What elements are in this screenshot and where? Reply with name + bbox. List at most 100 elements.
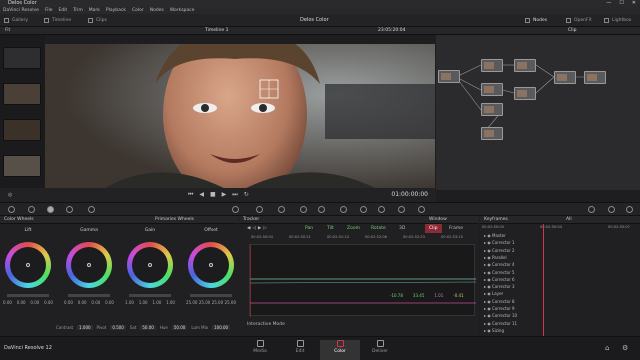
tracker-icon[interactable] — [300, 206, 307, 213]
keyframe-row-toggle[interactable]: ▸ ◉ — [484, 262, 492, 267]
settings-gear-icon[interactable]: ⚙ — [622, 344, 628, 352]
keyframe-row[interactable]: ▸ ◉ Layer — [480, 290, 640, 297]
deliver-page-tab[interactable]: Deliver — [360, 340, 400, 354]
sizing-icon[interactable] — [360, 206, 367, 213]
sat-field[interactable]: 50.00 — [140, 324, 156, 330]
window-icon[interactable] — [278, 206, 285, 213]
clips-button[interactable]: Clips — [88, 16, 107, 25]
offset-wheel[interactable] — [188, 242, 234, 288]
pivot-field[interactable]: 0.500 — [110, 324, 126, 330]
hue-field[interactable]: 50.00 — [171, 324, 188, 330]
info-icon[interactable] — [418, 206, 425, 213]
thumbnail-1[interactable] — [3, 47, 41, 69]
lummix-field[interactable]: 100.00 — [212, 324, 231, 330]
wheel-mode-dropdown[interactable]: Primaries Wheels — [155, 216, 194, 224]
nodes-button[interactable]: Nodes — [525, 16, 547, 25]
node-2[interactable] — [481, 59, 503, 72]
keyframe-row-toggle[interactable]: ▸ ◉ — [484, 284, 492, 289]
keyframe-row[interactable]: ▸ ◉ Corrector 11 — [480, 320, 640, 327]
menu-color[interactable]: Color — [132, 7, 144, 14]
thumbnail-2[interactable] — [3, 83, 41, 105]
gamma-wheel[interactable] — [66, 242, 112, 288]
close-button[interactable]: ✕ — [632, 0, 636, 7]
zoom-checkbox[interactable]: Zoom — [347, 224, 360, 233]
gain-wheel[interactable] — [127, 242, 173, 288]
node-8[interactable] — [584, 71, 606, 84]
menu-davinci[interactable]: DaVinci Resolve — [3, 7, 39, 14]
waveform-icon[interactable] — [608, 206, 615, 213]
clip-mode-button[interactable]: Clip — [425, 224, 442, 233]
tracker-mode-dropdown[interactable]: Window — [429, 216, 447, 224]
gain-master-slider[interactable] — [129, 294, 171, 297]
offset-master-slider[interactable] — [190, 294, 232, 297]
keyframe-row[interactable]: ▸ ◉ Corrector 4 — [480, 261, 640, 268]
clip-dropdown[interactable]: Clip — [568, 27, 577, 35]
keyframe-row-toggle[interactable]: ▸ ◉ — [484, 240, 492, 245]
node-3[interactable] — [514, 59, 536, 72]
keyframe-row-toggle[interactable]: ▸ ◉ — [484, 306, 492, 311]
keyframe-row[interactable]: ▸ ◉ Corrector 1 — [480, 239, 640, 246]
fit-dropdown[interactable]: Fit — [5, 27, 10, 35]
keyframe-row[interactable]: ▸ ◉ Master — [480, 232, 640, 239]
keyframe-row-toggle[interactable]: ▸ ◉ — [484, 328, 492, 333]
tracker-graph[interactable]: -10.78 33.45 1.01 -0.41 — [249, 244, 477, 317]
camera-raw-icon[interactable] — [8, 206, 15, 213]
lift-wheel[interactable] — [5, 242, 51, 288]
3d-icon[interactable] — [378, 206, 385, 213]
keyframe-row-toggle[interactable]: ▸ ◉ — [484, 255, 492, 260]
thumbnail-4[interactable] — [3, 155, 41, 177]
keyframes-icon[interactable] — [588, 206, 595, 213]
node-editor[interactable] — [436, 35, 640, 190]
keyframe-row[interactable]: ▸ ◉ Corrector 2 — [480, 247, 640, 254]
gamma-master-slider[interactable] — [68, 294, 110, 297]
minimize-button[interactable]: — — [606, 0, 611, 7]
curves-icon[interactable] — [232, 206, 239, 213]
keyframe-row-toggle[interactable]: ▸ ◉ — [484, 313, 492, 318]
gallery-button[interactable]: Gallery — [4, 16, 28, 25]
node-5[interactable] — [514, 87, 536, 100]
motion-effects-icon[interactable] — [88, 206, 95, 213]
keyframe-row[interactable]: ▸ ◉ Corrector 10 — [480, 312, 640, 319]
keyframes-filter[interactable]: All — [566, 216, 572, 224]
color-match-icon[interactable] — [28, 206, 35, 213]
frame-mode-button[interactable]: Frame — [449, 224, 463, 233]
node-6[interactable] — [481, 103, 503, 116]
scopes-icon[interactable] — [398, 206, 405, 213]
menu-trim[interactable]: Trim — [73, 7, 83, 14]
node-7[interactable] — [554, 71, 576, 84]
settings-icon[interactable] — [626, 206, 633, 213]
thumbnail-3[interactable] — [3, 119, 41, 141]
timeline-name[interactable]: Timeline 1 — [205, 27, 228, 35]
playback-controls[interactable]: ⏮◀■▶⏭↻ — [188, 188, 255, 202]
menu-mark[interactable]: Mark — [89, 7, 100, 14]
keyframe-row-toggle[interactable]: ▸ ◉ — [484, 270, 492, 275]
openfx-button[interactable]: OpenFX — [566, 16, 592, 25]
keyframe-row-toggle[interactable]: ▸ ◉ — [484, 233, 492, 238]
media-page-tab[interactable]: Media — [240, 340, 280, 354]
kf-playhead[interactable] — [543, 224, 544, 336]
pan-checkbox[interactable]: Pan — [305, 224, 313, 233]
menu-file[interactable]: File — [45, 7, 53, 14]
edit-page-tab[interactable]: Edit — [280, 340, 320, 354]
keyframe-row-toggle[interactable]: ▸ ◉ — [484, 321, 492, 326]
interactive-mode-checkbox[interactable]: Interactive Mode — [247, 322, 285, 327]
blur-icon[interactable] — [318, 206, 325, 213]
keyframe-row-toggle[interactable]: ▸ ◉ — [484, 291, 492, 296]
image-viewer[interactable] — [45, 44, 435, 188]
keyframe-row[interactable]: ▸ ◉ Corrector 5 — [480, 269, 640, 276]
home-icon[interactable]: ⌂ — [605, 344, 609, 352]
tilt-checkbox[interactable]: Tilt — [327, 224, 334, 233]
keyframe-row[interactable]: ▸ ◉ Corrector 9 — [480, 305, 640, 312]
lift-master-slider[interactable] — [7, 294, 49, 297]
timeline-button[interactable]: Timeline — [44, 16, 71, 25]
menu-nodes[interactable]: Nodes — [150, 7, 164, 14]
node-1[interactable] — [438, 70, 460, 83]
menu-playback[interactable]: Playback — [106, 7, 126, 14]
keyframe-row[interactable]: ▸ ◉ Corrector 3 — [480, 283, 640, 290]
keyframe-row-toggle[interactable]: ▸ ◉ — [484, 248, 492, 253]
node-9[interactable] — [481, 127, 503, 140]
color-page-tab[interactable]: Color — [320, 340, 360, 360]
keyframe-row[interactable]: ▸ ◉ Parallel — [480, 254, 640, 261]
menu-workspace[interactable]: Workspace — [170, 7, 195, 14]
node-4[interactable] — [481, 83, 503, 96]
